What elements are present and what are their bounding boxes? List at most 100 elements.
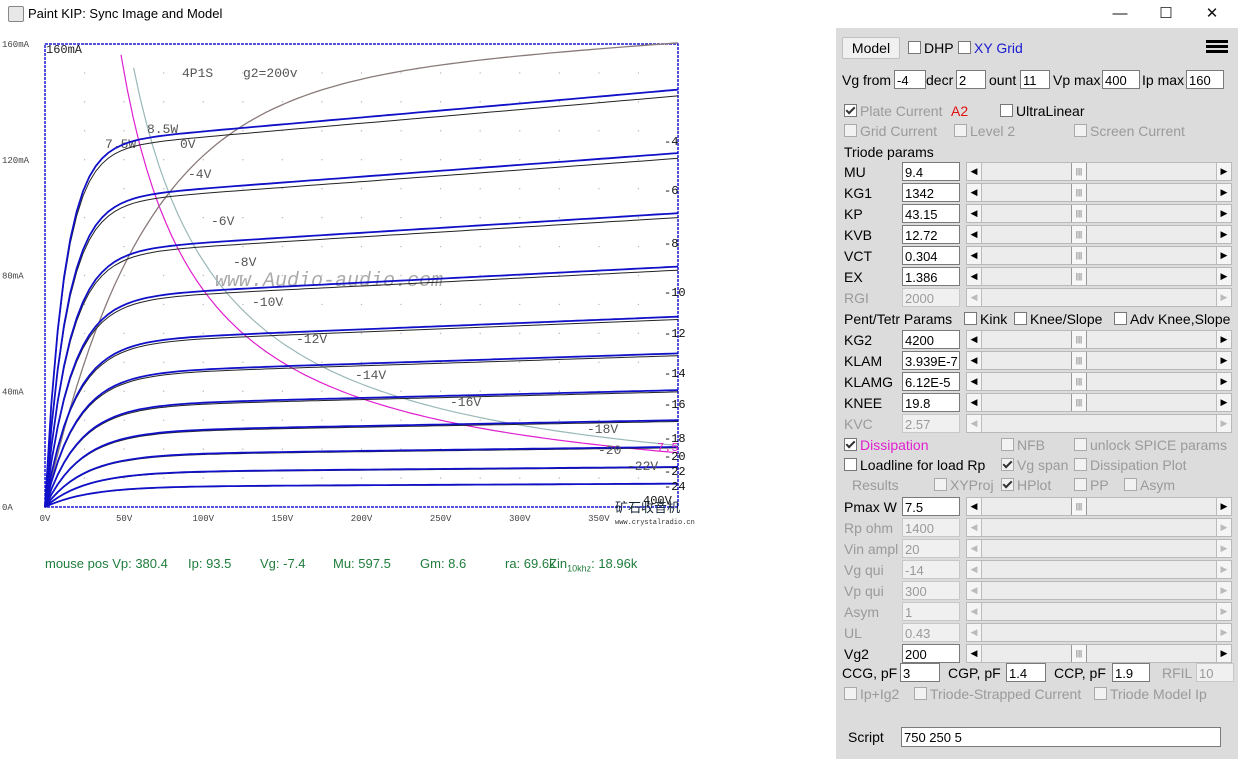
plate-current-check-icon[interactable]: [844, 104, 857, 117]
slider-left-arrow-icon[interactable]: ◀: [967, 289, 982, 306]
vg-qui-field[interactable]: -14: [902, 560, 960, 579]
ultralinear-checkbox[interactable]: UltraLinear: [1000, 103, 1084, 119]
vg-span-check-icon[interactable]: [1001, 458, 1014, 471]
slider-right-arrow-icon[interactable]: ▶: [1216, 184, 1231, 201]
vg-qui-slider[interactable]: ◀ ▶: [966, 560, 1232, 579]
minimize-button[interactable]: —: [1097, 0, 1143, 28]
slider-right-arrow-icon[interactable]: ▶: [1216, 268, 1231, 285]
slider-left-arrow-icon[interactable]: ◀: [967, 624, 982, 641]
xy-grid-check-icon[interactable]: [958, 41, 971, 54]
knee-slope-checkbox[interactable]: Knee/Slope: [1014, 311, 1102, 327]
knee-slope-check-icon[interactable]: [1014, 312, 1027, 325]
knee-field[interactable]: 19.8: [902, 393, 960, 412]
tube-curve-plot[interactable]: 160mA 120mA 80mA 40mA 0A 0V 50V 100V 150V 200V 250…: [0, 28, 836, 528]
slider-thumb[interactable]: |||: [1071, 394, 1087, 411]
vg2-slider[interactable]: ◀ ||| ▶: [966, 644, 1232, 663]
vg-span-checkbox[interactable]: Vg span: [1001, 457, 1068, 473]
slider-left-arrow-icon[interactable]: ◀: [967, 205, 982, 222]
kvc-slider[interactable]: ◀ ▶: [966, 414, 1232, 433]
kp-field[interactable]: 43.15: [902, 204, 960, 223]
xy-grid-checkbox[interactable]: XY Grid: [958, 40, 1023, 56]
slider-right-arrow-icon[interactable]: ▶: [1216, 163, 1231, 180]
adv-knee-checkbox[interactable]: Adv Knee,Slope: [1114, 311, 1230, 327]
slider-right-arrow-icon[interactable]: ▶: [1216, 624, 1231, 641]
rp-ohm-slider[interactable]: ◀ ▶: [966, 518, 1232, 537]
pp-check-icon[interactable]: [1074, 478, 1087, 491]
hplot-check-icon[interactable]: [1001, 478, 1014, 491]
ip-ig2-checkbox[interactable]: Ip+Ig2: [844, 686, 899, 702]
kg2-slider[interactable]: ◀ ||| ▶: [966, 330, 1232, 349]
slider-right-arrow-icon[interactable]: ▶: [1216, 289, 1231, 306]
slider-left-arrow-icon[interactable]: ◀: [967, 247, 982, 264]
asym-checkbox[interactable]: Asym: [1124, 477, 1175, 493]
slider-thumb[interactable]: |||: [1071, 226, 1087, 243]
loadline-checkbox[interactable]: Loadline for load Rp: [844, 457, 985, 473]
hamburger-menu-icon[interactable]: [1206, 38, 1228, 56]
slider-thumb[interactable]: |||: [1071, 352, 1087, 369]
klamg-field[interactable]: 6.12E-5: [902, 372, 960, 391]
slider-right-arrow-icon[interactable]: ▶: [1216, 247, 1231, 264]
slider-left-arrow-icon[interactable]: ◀: [967, 498, 982, 515]
vin-ampl-field[interactable]: 20: [902, 539, 960, 558]
slider-right-arrow-icon[interactable]: ▶: [1216, 540, 1231, 557]
grid-current-checkbox[interactable]: Grid Current: [844, 123, 937, 139]
dhp-check-icon[interactable]: [908, 41, 921, 54]
pmax-w-field[interactable]: 7.5: [902, 497, 960, 516]
slider-thumb[interactable]: |||: [1071, 331, 1087, 348]
ul-field[interactable]: 0.43: [902, 623, 960, 642]
adv-knee-check-icon[interactable]: [1114, 312, 1127, 325]
slider-thumb[interactable]: |||: [1071, 268, 1087, 285]
ip-ig2-check-icon[interactable]: [844, 687, 857, 700]
slider-left-arrow-icon[interactable]: ◀: [967, 582, 982, 599]
ip-max-field[interactable]: 160: [1186, 70, 1224, 89]
kg1-slider[interactable]: ◀ ||| ▶: [966, 183, 1232, 202]
slider-thumb[interactable]: |||: [1071, 205, 1087, 222]
triode-strapped-checkbox[interactable]: Triode-Strapped Current: [914, 686, 1081, 702]
ex-field[interactable]: 1.386: [902, 267, 960, 286]
triode-model-ip-check-icon[interactable]: [1094, 687, 1107, 700]
asym-field[interactable]: 1: [902, 602, 960, 621]
vct-slider[interactable]: ◀ ||| ▶: [966, 246, 1232, 265]
maximize-button[interactable]: ☐: [1143, 0, 1189, 28]
slider-thumb[interactable]: |||: [1071, 247, 1087, 264]
slider-right-arrow-icon[interactable]: ▶: [1216, 415, 1231, 432]
dissipation-plot-checkbox[interactable]: Dissipation Plot: [1074, 457, 1187, 473]
vp-max-field[interactable]: 400: [1102, 70, 1140, 89]
ccp-field[interactable]: 1.9: [1112, 663, 1150, 682]
slider-right-arrow-icon[interactable]: ▶: [1216, 205, 1231, 222]
slider-right-arrow-icon[interactable]: ▶: [1216, 645, 1231, 662]
kvb-slider[interactable]: ◀ ||| ▶: [966, 225, 1232, 244]
slider-left-arrow-icon[interactable]: ◀: [967, 603, 982, 620]
close-button[interactable]: ✕: [1189, 0, 1235, 28]
slider-right-arrow-icon[interactable]: ▶: [1216, 603, 1231, 620]
pmax-w-slider[interactable]: ◀ ||| ▶: [966, 497, 1232, 516]
slider-thumb[interactable]: |||: [1071, 498, 1087, 515]
unlock-spice-check-icon[interactable]: [1074, 438, 1087, 451]
rgi-slider[interactable]: ◀ ▶: [966, 288, 1232, 307]
triode-strapped-check-icon[interactable]: [914, 687, 927, 700]
slider-left-arrow-icon[interactable]: ◀: [967, 645, 982, 662]
slider-thumb[interactable]: |||: [1071, 645, 1087, 662]
vg-from-field[interactable]: -4: [894, 70, 926, 89]
xyproj-checkbox[interactable]: XYProj: [934, 477, 994, 493]
ultralinear-check-icon[interactable]: [1000, 104, 1013, 117]
model-button[interactable]: Model: [842, 37, 900, 59]
plate-current-checkbox[interactable]: Plate Current: [844, 103, 942, 119]
kg2-field[interactable]: 4200: [902, 330, 960, 349]
loadline-check-icon[interactable]: [844, 458, 857, 471]
slider-left-arrow-icon[interactable]: ◀: [967, 540, 982, 557]
level2-checkbox[interactable]: Level 2: [954, 123, 1015, 139]
xyproj-check-icon[interactable]: [934, 478, 947, 491]
slider-left-arrow-icon[interactable]: ◀: [967, 561, 982, 578]
kg1-field[interactable]: 1342: [902, 183, 960, 202]
dissipation-plot-check-icon[interactable]: [1074, 458, 1087, 471]
klamg-slider[interactable]: ◀ ||| ▶: [966, 372, 1232, 391]
screen-current-checkbox[interactable]: Screen Current: [1074, 123, 1185, 139]
rfil-field[interactable]: 10: [1196, 663, 1234, 682]
slider-left-arrow-icon[interactable]: ◀: [967, 352, 982, 369]
slider-right-arrow-icon[interactable]: ▶: [1216, 373, 1231, 390]
triode-model-ip-checkbox[interactable]: Triode Model Ip: [1094, 686, 1207, 702]
slider-left-arrow-icon[interactable]: ◀: [967, 394, 982, 411]
slider-left-arrow-icon[interactable]: ◀: [967, 226, 982, 243]
rp-ohm-field[interactable]: 1400: [902, 518, 960, 537]
